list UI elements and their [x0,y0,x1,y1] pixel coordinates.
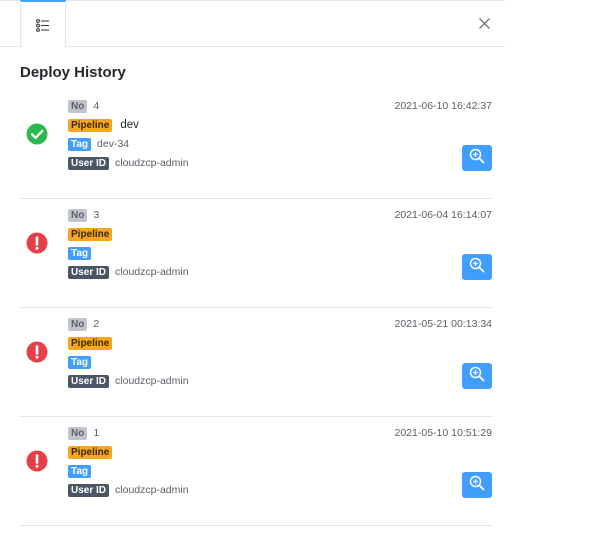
list-item: No 1 Pipeline Tag User ID cloudzcp-admin… [20,417,492,526]
deploy-number: 4 [93,100,100,112]
deploy-timestamp: 2021-06-04 16:14:07 [394,209,493,221]
close-button[interactable] [474,15,494,35]
no-badge: No [68,208,88,222]
zoom-in-icon [469,475,485,496]
tab-deploy-history[interactable] [20,0,66,48]
list-item: No 2 Pipeline Tag User ID cloudzcp-admin… [20,308,492,417]
exclamation-circle-icon [26,450,48,472]
deploy-timestamp: 2021-05-10 10:51:29 [394,427,493,439]
list-item: No 3 Pipeline Tag User ID cloudzcp-admin… [20,199,492,308]
exclamation-circle-icon [26,232,48,254]
deploy-number: 2 [93,318,100,330]
tag-badge: Tag [68,246,92,260]
tag-badge: Tag [68,355,92,369]
tag-badge: Tag [68,464,92,478]
view-detail-button[interactable] [462,254,492,280]
tag-value: dev-34 [97,138,130,150]
deploy-number: 3 [93,209,100,221]
zoom-in-icon [469,257,485,278]
pipeline-value: dev [120,119,139,131]
user-id-value: cloudzcp-admin [115,266,189,278]
deploy-history-panel: Deploy History No 4 Pipeline dev Tag dev… [0,0,505,547]
deploy-timestamp: 2021-05-21 00:13:34 [394,318,493,330]
close-icon [478,16,490,34]
user-id-value: cloudzcp-admin [115,484,189,496]
check-circle-icon [26,123,48,145]
user-id-badge: User ID [68,265,110,279]
deploy-history-list: No 4 Pipeline dev Tag dev-34 User ID clo… [20,90,492,526]
user-id-badge: User ID [68,374,110,388]
page-title: Deploy History [20,64,126,81]
zoom-in-icon [469,148,485,169]
user-id-badge: User ID [68,156,110,170]
no-badge: No [68,426,88,440]
deploy-timestamp: 2021-06-10 16:42:37 [394,100,493,112]
user-id-value: cloudzcp-admin [115,157,189,169]
user-id-value: cloudzcp-admin [115,375,189,387]
list-icon [36,18,50,32]
list-item: No 4 Pipeline dev Tag dev-34 User ID clo… [20,90,492,199]
user-id-badge: User ID [68,483,110,497]
pipeline-badge: Pipeline [68,445,113,459]
no-badge: No [68,99,88,113]
tag-badge: Tag [68,137,92,151]
no-badge: No [68,317,88,331]
deploy-number: 1 [93,427,100,439]
pipeline-badge: Pipeline [68,227,113,241]
pipeline-badge: Pipeline [68,336,113,350]
view-detail-button[interactable] [462,145,492,171]
view-detail-button[interactable] [462,472,492,498]
panel-tab-bar [0,0,505,48]
exclamation-circle-icon [26,341,48,363]
view-detail-button[interactable] [462,363,492,389]
pipeline-badge: Pipeline [68,118,113,132]
zoom-in-icon [469,366,485,387]
